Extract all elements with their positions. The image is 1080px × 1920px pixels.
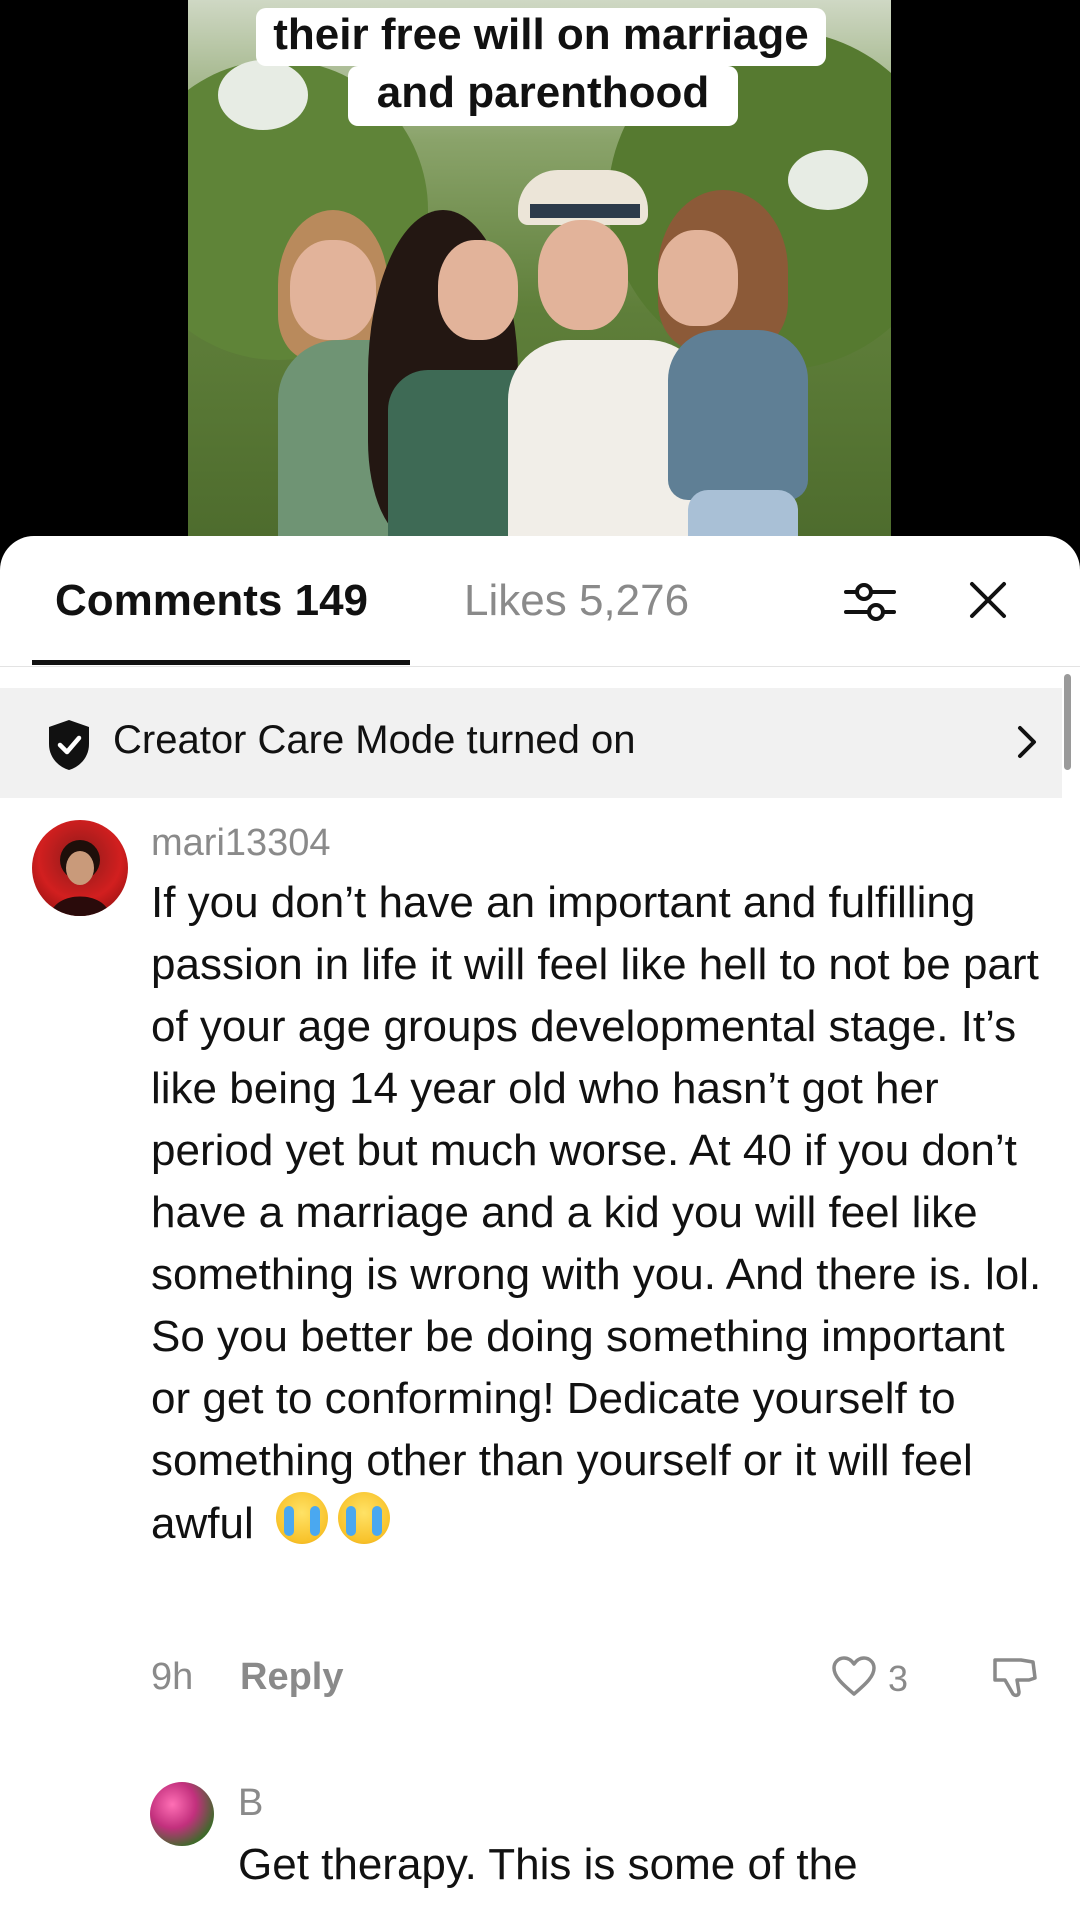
creator-care-label: Creator Care Mode turned on [113,718,636,762]
heart-icon [832,1656,876,1696]
scrollbar[interactable] [1064,674,1071,770]
comments-sheet: Comments 149 Likes 5,276 Creator Care Mo… [0,536,1080,1920]
close-icon [970,582,1006,618]
active-tab-indicator [32,660,410,665]
video-player[interactable]: their free will on marriage and parentho… [0,0,1080,560]
like-button[interactable] [826,1648,882,1704]
reply-button[interactable]: Reply [240,1656,343,1699]
comment-text: Get therapy. This is some of the [238,1840,858,1889]
shield-check-icon [49,720,89,770]
chevron-right-icon [1018,726,1036,758]
crying-emoji [254,1492,390,1548]
comment-body: If you don’t have an important and fulfi… [151,878,1042,1548]
like-count: 3 [888,1658,909,1699]
video-caption-line-2: and parenthood [348,66,738,126]
close-button[interactable] [960,572,1016,628]
thumbs-down-icon [993,1658,1037,1698]
dislike-button[interactable] [986,1648,1042,1704]
tab-likes[interactable]: Likes 5,276 [464,576,689,626]
avatar-portrait [50,840,110,916]
reply-item: B Get therapy. This is some of the [0,1782,1080,1920]
sky-patch [218,60,308,130]
comment-username[interactable]: B [238,1782,263,1825]
filter-button[interactable] [842,574,898,630]
sheet-tabs: Comments 149 Likes 5,276 [0,536,1080,667]
comment-item: mari13304 If you don’t have an important… [0,820,1080,1699]
filter-sliders-icon [844,583,896,621]
creator-care-banner[interactable]: Creator Care Mode turned on [0,688,1062,798]
tab-comments[interactable]: Comments 149 [55,576,368,626]
comment-username[interactable]: mari13304 [151,822,331,865]
comment-text: If you don’t have an important and fulfi… [151,872,1051,1555]
video-caption-line-1: their free will on marriage [256,8,826,66]
right-child [628,190,818,560]
avatar[interactable] [150,1782,214,1846]
avatar[interactable] [32,820,128,916]
comment-timestamp: 9h [151,1656,194,1698]
